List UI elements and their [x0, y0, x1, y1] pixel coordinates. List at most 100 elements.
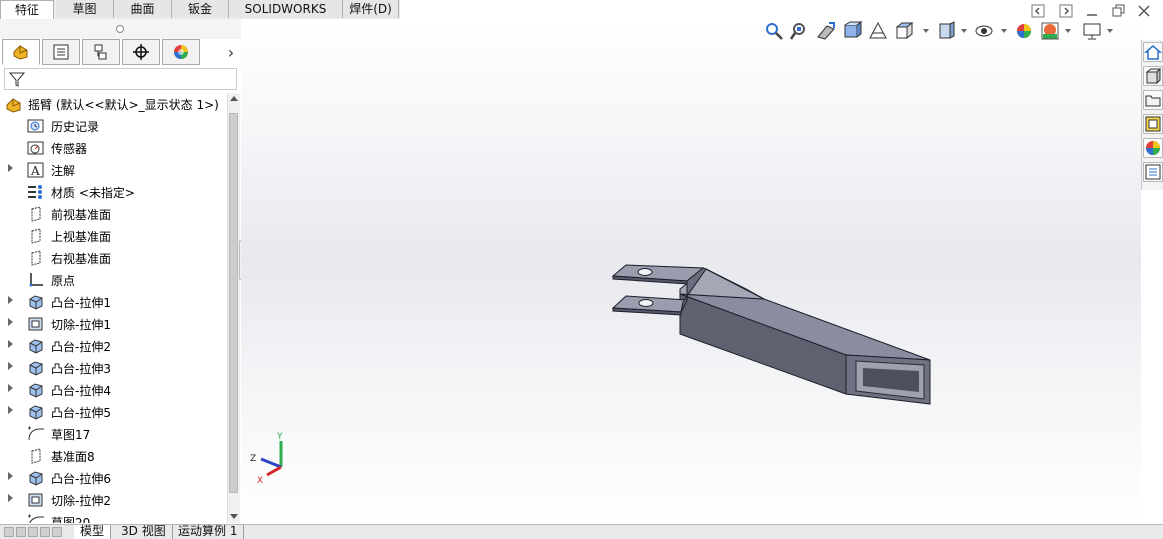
boss-extrude-icon — [27, 470, 45, 486]
origin-icon — [27, 272, 45, 288]
appearances-scenes-icon[interactable] — [1143, 138, 1163, 158]
expand-arrow-icon[interactable] — [8, 318, 13, 326]
design-library-icon[interactable] — [1143, 66, 1163, 86]
section-view-icon[interactable] — [841, 20, 863, 42]
expand-arrow-icon[interactable] — [8, 164, 13, 172]
tab-sketch[interactable]: 草图 — [56, 0, 114, 18]
tree-item[interactable]: 历史记录 — [0, 115, 226, 137]
tree-root-part[interactable]: 摇臂 (默认<<默认>_显示状态 1>) — [0, 93, 226, 115]
tree-item[interactable]: 右视基准面 — [0, 247, 226, 269]
expand-arrow-icon[interactable] — [8, 362, 13, 370]
svg-text:A: A — [30, 164, 40, 178]
tree-item[interactable]: 原点 — [0, 269, 226, 291]
next-tab-icon[interactable] — [28, 527, 38, 537]
dynamic-annotation-icon[interactable] — [867, 20, 889, 42]
property-manager-tab[interactable] — [42, 39, 80, 65]
tree-item[interactable]: 凸台-拉伸3 — [0, 357, 226, 379]
view-palette-icon[interactable] — [1143, 114, 1163, 134]
tree-item-label: 凸台-拉伸3 — [51, 362, 111, 376]
tree-filter-input[interactable] — [4, 68, 237, 90]
tab-3d-view[interactable]: 3D 视图 — [115, 525, 173, 539]
tree-item[interactable]: 草图17 — [0, 423, 226, 445]
tab-weldments[interactable]: 焊件(D) — [343, 0, 399, 18]
tree-item[interactable]: 上视基准面 — [0, 225, 226, 247]
expand-arrow-icon[interactable] — [8, 296, 13, 304]
tree-item-label: 凸台-拉伸5 — [51, 406, 111, 420]
appearance-ball-icon — [174, 45, 188, 59]
restore-icon[interactable] — [1110, 3, 1126, 19]
configuration-manager-tab[interactable] — [82, 39, 120, 65]
filter-icon — [8, 72, 26, 87]
tree-item[interactable]: 材质 <未指定> — [0, 181, 226, 203]
display-manager-tab[interactable] — [162, 39, 200, 65]
expand-arrow-icon[interactable] — [8, 494, 13, 502]
scroll-down-icon[interactable] — [230, 514, 238, 519]
edit-appearance-icon[interactable] — [1013, 20, 1035, 42]
tab-sheet-metal[interactable]: 钣金 — [172, 0, 229, 18]
scroll-up-icon[interactable] — [230, 96, 238, 101]
more-tabs-chevron-icon[interactable]: › — [222, 39, 240, 65]
tree-item[interactable]: 凸台-拉伸6 — [0, 467, 226, 489]
zoom-to-area-icon[interactable] — [789, 20, 811, 42]
task-pane — [1141, 40, 1163, 190]
panel-grip[interactable] — [0, 19, 241, 39]
tree-item[interactable]: 切除-拉伸1 — [0, 313, 226, 335]
tree-item[interactable]: 凸台-拉伸4 — [0, 379, 226, 401]
tree-item[interactable]: A 注解 — [0, 159, 226, 181]
hide-show-items-icon[interactable] — [973, 20, 995, 42]
view-orientation-icon[interactable] — [893, 20, 915, 42]
apply-scene-icon[interactable] — [1039, 20, 1061, 42]
expand-arrow-icon[interactable] — [8, 472, 13, 480]
previous-view-icon[interactable] — [815, 20, 837, 42]
view-settings-monitor-icon[interactable] — [1081, 20, 1103, 42]
tab-features[interactable]: 特征 — [0, 0, 54, 19]
tab-model[interactable]: 模型 — [74, 525, 112, 539]
tree-scrollbar[interactable] — [227, 93, 240, 523]
tree-item-label: 凸台-拉伸6 — [51, 472, 111, 486]
tree-item[interactable]: 凸台-拉伸1 — [0, 291, 226, 313]
file-explorer-icon[interactable] — [1143, 90, 1163, 110]
tree-item[interactable]: 前视基准面 — [0, 203, 226, 225]
sensor-icon — [27, 140, 45, 156]
tree-item[interactable]: 草图20 — [0, 511, 226, 523]
tab-mbd[interactable]: SOLIDWORKS MBD — [229, 0, 343, 34]
tile-right-icon[interactable] — [1058, 3, 1074, 19]
tab-surfaces[interactable]: 曲面 — [114, 0, 172, 18]
boss-extrude-icon — [27, 404, 45, 420]
tree-item[interactable]: 传感器 — [0, 137, 226, 159]
plane-icon — [27, 448, 45, 464]
feature-tree: 摇臂 (默认<<默认>_显示状态 1>) 历史记录传感器 A 注解 材质 <未指定> 前视… — [0, 93, 226, 523]
tree-item[interactable]: 基准面8 — [0, 445, 226, 467]
material-icon — [27, 184, 45, 200]
part-model[interactable] — [241, 19, 1141, 524]
previous-tab-icon[interactable] — [16, 527, 26, 537]
tree-item-label: 传感器 — [51, 142, 88, 156]
scroll-tabs-icon[interactable] — [52, 527, 62, 537]
triad-x-label: X — [257, 476, 263, 485]
cut-extrude-icon — [27, 492, 45, 508]
tree-item[interactable]: 切除-拉伸2 — [0, 489, 226, 511]
solidworks-resources-home-icon[interactable] — [1143, 42, 1163, 62]
custom-properties-icon[interactable] — [1143, 162, 1163, 182]
dimxpert-manager-tab[interactable] — [122, 39, 160, 65]
plane-icon — [27, 206, 45, 222]
expand-arrow-icon[interactable] — [8, 340, 13, 348]
expand-arrow-icon[interactable] — [8, 384, 13, 392]
last-tab-icon[interactable] — [40, 527, 50, 537]
part-icon — [5, 96, 23, 113]
scroll-thumb[interactable] — [229, 113, 238, 493]
graphics-area[interactable]: Y Z X — [241, 19, 1141, 524]
tree-item[interactable]: 凸台-拉伸2 — [0, 335, 226, 357]
bottom-tab-bar: 模型 3D 视图 运动算例 1 — [0, 524, 1163, 539]
expand-arrow-icon[interactable] — [8, 406, 13, 414]
display-style-icon[interactable] — [935, 20, 957, 42]
zoom-to-fit-icon[interactable] — [763, 20, 785, 42]
minimize-icon[interactable] — [1084, 3, 1100, 19]
tree-item[interactable]: 凸台-拉伸5 — [0, 401, 226, 423]
configuration-manager-icon — [94, 44, 107, 60]
tile-left-icon[interactable] — [1030, 3, 1046, 19]
close-icon[interactable] — [1136, 3, 1152, 19]
first-tab-icon[interactable] — [4, 527, 14, 537]
feature-manager-tab[interactable] — [2, 39, 40, 65]
tab-motion-study[interactable]: 运动算例 1 — [172, 525, 245, 539]
